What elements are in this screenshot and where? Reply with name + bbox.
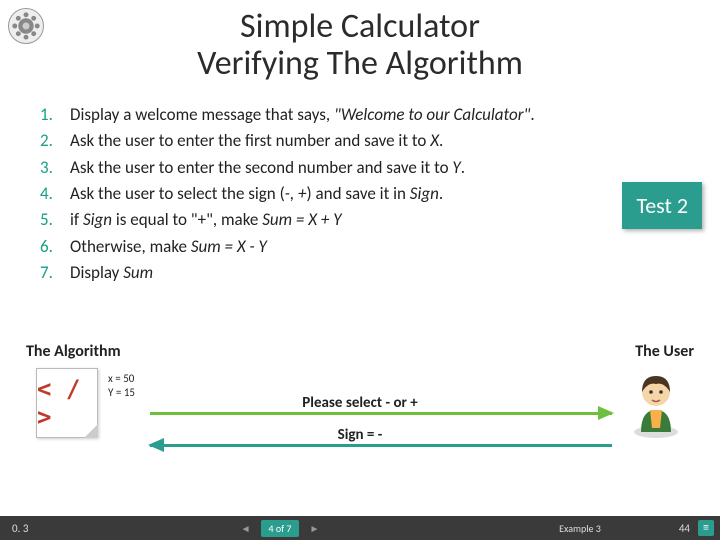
version-label: 0. 3 [0,522,60,535]
page-nav: ◄ 4 of 7 ► [60,520,500,537]
example-label: Example 3 [500,522,660,535]
step-5: 5.if Sign is equal to "+", make Sum = X … [40,207,720,233]
var-x: x = 50 [108,372,135,386]
slide-title: Simple Calculator Verifying The Algorith… [0,0,720,84]
step-7: 7.Display Sum [40,260,720,286]
page-indicator: 4 of 7 [261,520,300,537]
app-logo [8,8,44,44]
interaction-diagram: < / > x = 50 Y = 15 Please select - or +… [30,368,690,478]
step-3: 3.Ask the user to enter the second numbe… [40,155,720,181]
algorithm-steps: 1.Display a welcome message that says, "… [40,102,720,286]
reply-message: Sign = - [338,426,383,444]
label-user: The User [635,342,694,361]
prompt-message: Please select - or + [302,394,417,412]
code-file-icon: < / > [36,368,98,438]
arrow-to-user [150,412,612,415]
slide-footer: 0. 3 ◄ 4 of 7 ► Example 3 44 ≡ [0,516,720,540]
arrow-to-algorithm [150,444,612,447]
user-avatar-icon [626,370,686,440]
menu-icon: ≡ [703,521,709,535]
title-line-1: Simple Calculator [0,6,720,47]
step-4: 4.Ask the user to select the sign (-, +)… [40,181,720,207]
diagram-labels: The Algorithm The User [26,342,694,361]
step-2: 2.Ask the user to enter the first number… [40,128,720,154]
menu-button[interactable]: ≡ [698,520,714,536]
step-6: 6.Otherwise, make Sum = X - Y [40,234,720,260]
step-1: 1.Display a welcome message that says, "… [40,102,720,128]
label-algorithm: The Algorithm [26,342,121,361]
gear-icon [12,12,40,40]
test-badge: Test 2 [622,182,702,229]
var-y: Y = 15 [108,386,135,400]
next-page-button[interactable]: ► [309,522,319,535]
title-line-2: Verifying The Algorithm [0,43,720,84]
variable-values: x = 50 Y = 15 [108,372,135,401]
prev-page-button[interactable]: ◄ [241,522,251,535]
code-glyph: < / > [37,375,97,431]
